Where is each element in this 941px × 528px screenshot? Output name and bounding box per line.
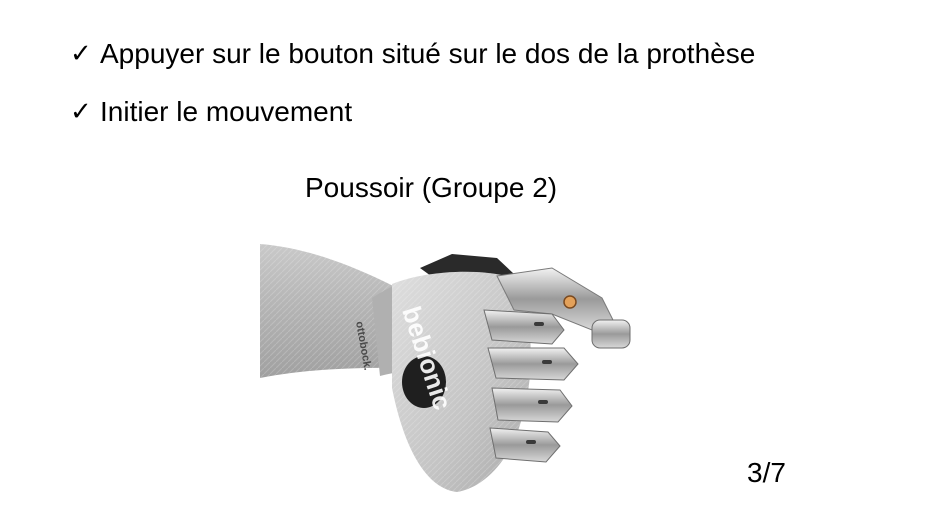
- bullet-text: Appuyer sur le bouton situé sur le dos d…: [100, 38, 756, 69]
- bullet-item: ✓ Appuyer sur le bouton situé sur le dos…: [70, 38, 755, 70]
- slide-number: 3/7: [747, 457, 786, 488]
- figure-caption: Poussoir (Groupe 2): [305, 172, 558, 203]
- checkmark-icon: ✓: [70, 97, 92, 127]
- prosthetic-hand-image: bebionic ottobock.: [252, 218, 644, 504]
- bullet-text: Initier le mouvement: [100, 96, 353, 127]
- bullet-item: ✓ Initier le mouvement: [70, 96, 352, 128]
- checkmark-icon: ✓: [70, 39, 92, 69]
